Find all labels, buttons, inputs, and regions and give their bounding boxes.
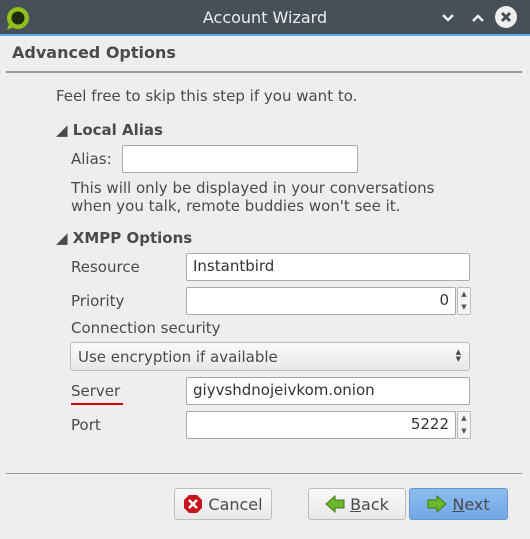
alias-note-line: when you talk, remote buddies won't see … xyxy=(71,197,401,215)
back-label: Back xyxy=(350,495,389,514)
alias-label: Alias: xyxy=(71,150,112,168)
xmpp-options-label: XMPP Options xyxy=(72,229,193,247)
local-alias-heading: ◢ Local Alias xyxy=(56,121,163,139)
back-mnemonic: B xyxy=(350,494,362,514)
minimize-icon[interactable] xyxy=(440,10,456,26)
arrow-left-icon xyxy=(325,495,345,513)
priority-label: Priority xyxy=(71,292,125,310)
divider xyxy=(6,473,522,474)
port-label: Port xyxy=(71,416,101,434)
priority-input[interactable]: 0 xyxy=(186,287,456,315)
resource-input[interactable]: Instantbird xyxy=(186,253,470,281)
maximize-icon[interactable] xyxy=(470,10,486,26)
back-button[interactable]: Back xyxy=(308,488,406,520)
connection-security-label: Connection security xyxy=(71,319,221,337)
port-spinner[interactable]: ▲ ▼ xyxy=(457,411,471,439)
port-input[interactable]: 5222 xyxy=(186,411,456,439)
next-label: Next xyxy=(452,495,489,514)
close-icon[interactable] xyxy=(494,5,518,29)
alias-note: This will only be displayed in your conv… xyxy=(71,179,434,215)
title-bar: Account Wizard xyxy=(0,0,530,36)
cancel-button[interactable]: Cancel xyxy=(174,488,272,520)
next-button[interactable]: Next xyxy=(409,488,508,520)
server-error-underline xyxy=(71,403,123,405)
local-alias-label: Local Alias xyxy=(72,121,163,139)
alias-note-line: This will only be displayed in your conv… xyxy=(71,179,435,197)
next-mnemonic: N xyxy=(452,494,465,514)
xmpp-options-heading: ◢ XMPP Options xyxy=(56,229,192,247)
select-arrows-icon: ▲ ▼ xyxy=(455,348,461,363)
collapse-arrow-icon: ◢ xyxy=(56,121,73,139)
page-title: Advanced Options xyxy=(12,43,176,62)
divider xyxy=(6,71,522,73)
cancel-icon xyxy=(184,495,203,513)
collapse-arrow-icon: ◢ xyxy=(56,229,73,247)
back-label-rest: ack xyxy=(361,494,389,514)
next-label-rest: ext xyxy=(464,494,490,514)
connection-security-value: Use encryption if available xyxy=(78,347,278,366)
server-label: Server xyxy=(71,382,121,400)
connection-security-select[interactable]: Use encryption if available ▲ ▼ xyxy=(70,342,470,371)
priority-spinner[interactable]: ▲ ▼ xyxy=(457,287,471,315)
arrow-right-icon xyxy=(427,495,448,513)
server-input[interactable]: giyvshdnojeivkom.onion xyxy=(186,377,470,405)
alias-input[interactable] xyxy=(122,145,358,173)
resource-label: Resource xyxy=(71,258,140,276)
cancel-label: Cancel xyxy=(208,494,263,514)
intro-text: Feel free to skip this step if you want … xyxy=(56,87,358,105)
